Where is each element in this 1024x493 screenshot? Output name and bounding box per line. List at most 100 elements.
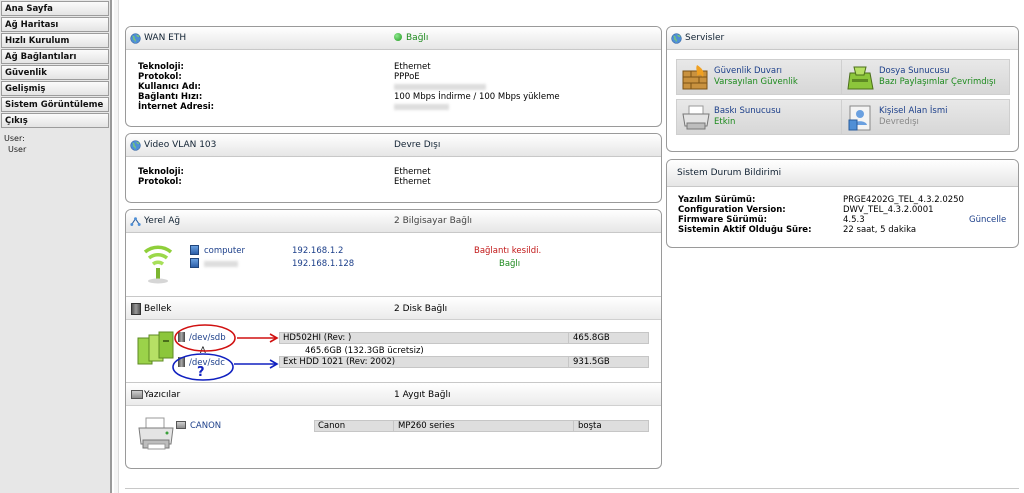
print-server-icon xyxy=(682,105,710,130)
wan-row-username: Kullanıcı Adı: xyxy=(126,82,661,92)
nav-sistem-goruntuleme[interactable]: Sistem Görüntüleme xyxy=(1,97,109,112)
disk-icon xyxy=(178,332,185,342)
disk-row[interactable]: /dev/sdc xyxy=(178,357,225,369)
vlan-panel: Video VLAN 103 Devre Dışı Teknoloji: Ethe… xyxy=(125,133,662,203)
wan-row-ip: İnternet Adresi: xyxy=(126,102,661,112)
service-status: Varsayılan Güvenlik xyxy=(714,77,798,87)
nav-ag-baglantilari[interactable]: Ağ Bağlantıları xyxy=(1,49,109,64)
nav-ag-haritasi[interactable]: Ağ Haritası xyxy=(1,17,109,32)
system-config-key: Configuration Version: xyxy=(678,205,786,215)
nav-gelismis[interactable]: Gelişmiş xyxy=(1,81,109,96)
service-status: Devredışı xyxy=(879,117,919,127)
disk-info-bar: HD502HI (Rev: ) 465.8GB xyxy=(279,332,649,344)
vlan-protocol-key: Protokol: xyxy=(138,177,182,187)
vlan-row-protocol: Protokol: Ethernet xyxy=(126,177,661,187)
computer-icon xyxy=(190,258,199,268)
printer-small-icon xyxy=(176,421,186,429)
system-uptime-key: Sistemin Aktif Olduğu Süre: xyxy=(678,225,812,235)
printer-icon xyxy=(131,390,143,399)
lan-header: Yerel Ağ 2 Bilgisayar Bağlı xyxy=(126,210,661,233)
services-panel: Servisler Güvenlik Duvarı Varsayılan Güv… xyxy=(666,26,1019,152)
lan-device-status: Bağlı xyxy=(499,259,521,269)
service-print-server[interactable]: Baskı Sunucusu Etkin xyxy=(676,99,845,135)
lan-device-ip: 192.168.1.128 xyxy=(292,259,355,269)
printer-brand: Canon xyxy=(318,421,346,431)
service-name: Kişisel Alan İsmi xyxy=(879,106,948,116)
lan-device-row[interactable] xyxy=(190,258,238,270)
lan-device-row[interactable]: computer xyxy=(190,245,245,257)
disk-path[interactable]: /dev/sdb xyxy=(189,333,226,343)
devices-panel: Yerel Ağ 2 Bilgisayar Bağlı computer 192… xyxy=(125,209,662,469)
printer-row[interactable]: CANON xyxy=(176,420,221,432)
storage-header: Bellek 2 Disk Bağlı xyxy=(126,296,661,320)
service-name: Dosya Sunucusu xyxy=(879,66,950,76)
nav-guvenlik[interactable]: Güvenlik xyxy=(1,65,109,80)
wan-username-key: Kullanıcı Adı: xyxy=(138,82,201,92)
wan-technology-key: Teknoloji: xyxy=(138,62,184,72)
disk-model: HD502HI (Rev: ) xyxy=(283,333,352,343)
firewall-icon xyxy=(682,65,708,90)
service-name: Güvenlik Duvarı xyxy=(714,66,782,76)
nav-ana-sayfa[interactable]: Ana Sayfa xyxy=(1,1,109,16)
system-status-panel: Sistem Durum Bildirimi Yazılım Sürümü: P… xyxy=(666,159,1019,248)
lan-device-status: Bağlantı kesildi. xyxy=(474,246,542,256)
file-server-icon xyxy=(847,66,874,90)
wan-panel: WAN ETH Bağlı Teknoloji: Ethernet Protoko… xyxy=(125,26,662,127)
printers-header: Yazıcılar 1 Aygıt Bağlı xyxy=(126,382,661,406)
printer-info-bar: Canon MP260 series boşta xyxy=(314,420,649,432)
disk-icon xyxy=(178,357,185,367)
system-uptime-value: 22 saat, 5 dakika xyxy=(843,225,917,235)
disk-sub-label: A xyxy=(200,346,206,356)
wan-protocol-value: PPPoE xyxy=(394,72,420,82)
user-value: User xyxy=(8,145,27,154)
wan-speed-key: Bağlantı Hızı: xyxy=(138,92,203,102)
vlan-header: Video VLAN 103 Devre Dışı xyxy=(126,134,661,157)
service-status: Bazı Paylaşımlar Çevrimdışı xyxy=(879,77,996,87)
system-config-value: DWV_TEL_4.3.2.0001 xyxy=(843,205,934,215)
wan-technology-value: Ethernet xyxy=(394,62,431,72)
wifi-signal-icon xyxy=(143,245,173,284)
globe-icon xyxy=(130,140,141,151)
vlan-technology-value: Ethernet xyxy=(394,167,431,177)
service-personal-domain[interactable]: Kişisel Alan İsmi Devredışı xyxy=(841,99,1010,135)
sidebar: Ana Sayfa Ağ Haritası Hızlı Kurulum Ağ B… xyxy=(0,0,112,493)
disk-path[interactable]: /dev/sdc xyxy=(189,358,225,368)
services-title: Servisler xyxy=(685,33,725,43)
system-status-header: Sistem Durum Bildirimi xyxy=(667,160,1018,187)
wan-header: WAN ETH Bağlı xyxy=(126,27,661,50)
globe-icon xyxy=(130,33,141,44)
update-firmware-link[interactable]: Güncelle xyxy=(969,215,1006,225)
wan-speed-value: 100 Mbps İndirme / 100 Mbps yükleme xyxy=(394,92,560,102)
wan-status-text: Bağlı xyxy=(406,33,429,43)
printers-status: 1 Aygıt Bağlı xyxy=(394,390,451,400)
service-file-server[interactable]: Dosya Sunucusu Bazı Paylaşımlar Çevrimdı… xyxy=(841,59,1010,95)
wan-status: Bağlı xyxy=(394,27,428,50)
frame-divider xyxy=(114,0,119,493)
lan-device-ip: 192.168.1.2 xyxy=(292,246,344,256)
service-firewall[interactable]: Güvenlik Duvarı Varsayılan Güvenlik xyxy=(676,59,845,95)
vlan-row-technology: Teknoloji: Ethernet xyxy=(126,167,661,177)
wan-title: WAN ETH xyxy=(144,33,187,43)
nav-hizli-kurulum[interactable]: Hızlı Kurulum xyxy=(1,33,109,48)
wan-row-technology: Teknoloji: Ethernet xyxy=(126,62,661,72)
lan-device-name-redacted xyxy=(204,260,238,267)
storage-title: Bellek xyxy=(144,304,172,314)
nav-cikis[interactable]: Çıkış xyxy=(1,113,109,128)
service-status: Etkin xyxy=(714,117,736,127)
wan-username-redacted xyxy=(394,82,486,92)
printer-model: MP260 series xyxy=(393,421,455,431)
printer-name[interactable]: CANON xyxy=(190,421,221,431)
lan-device-name[interactable]: computer xyxy=(204,246,245,256)
globe-icon xyxy=(671,33,682,44)
disk-size: 931.5GB xyxy=(568,357,610,367)
disk-row[interactable]: /dev/sdb xyxy=(178,332,226,344)
disk-icon xyxy=(131,303,141,315)
lan-status: 2 Bilgisayar Bağlı xyxy=(394,216,472,226)
wan-row-protocol: Protokol: PPPoE xyxy=(126,72,661,82)
services-header: Servisler xyxy=(667,27,1018,50)
user-label: User: xyxy=(4,134,25,143)
system-firmware-key: Firmware Sürümü: xyxy=(678,215,767,225)
printer-status: boşta xyxy=(573,421,602,431)
wan-ip-redacted xyxy=(394,102,449,112)
wan-protocol-key: Protokol: xyxy=(138,72,182,82)
